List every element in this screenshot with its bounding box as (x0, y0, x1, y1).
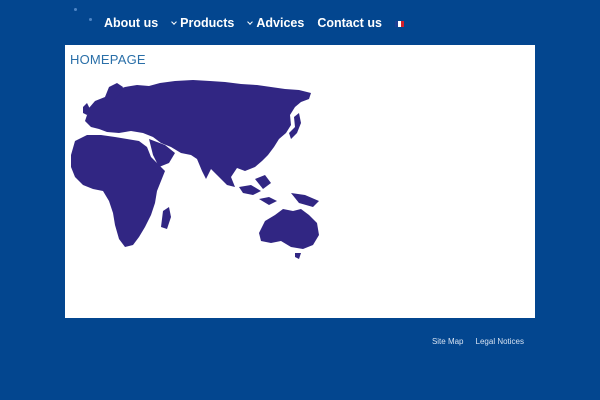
chevron-down-icon (171, 19, 178, 25)
map-shapes (71, 80, 319, 259)
france-flag-icon[interactable] (394, 20, 404, 27)
logo-dot (89, 18, 92, 21)
nav-item-about-us[interactable]: About us (104, 16, 158, 30)
nav-item-label: Contact us (317, 16, 382, 30)
footer-link-legal-notices[interactable]: Legal Notices (476, 337, 524, 346)
indonesia-shape (239, 185, 261, 195)
indonesia-shape (255, 175, 271, 189)
logo-dot (74, 8, 77, 11)
main-nav: About us Products Advices Contact us (104, 14, 404, 32)
nav-item-advices[interactable]: Advices (247, 16, 304, 30)
footer: Site Map Legal Notices (420, 337, 524, 346)
chevron-down-icon (247, 19, 254, 25)
nav-item-label: About us (104, 16, 159, 30)
tasmania-shape (295, 253, 301, 259)
content-panel: HOMEPAGE (65, 45, 535, 318)
nav-item-products[interactable]: Products (171, 16, 234, 30)
new-guinea-shape (291, 193, 319, 207)
page-title: HOMEPAGE (70, 52, 146, 67)
japan-shape (289, 113, 301, 139)
page: About us Products Advices Contact us HOM… (0, 0, 600, 400)
australia-shape (259, 209, 319, 249)
footer-link-site-map[interactable]: Site Map (432, 337, 464, 346)
flag-stripe-red (400, 20, 404, 27)
madagascar-shape (161, 207, 171, 229)
nav-item-contact-us[interactable]: Contact us (317, 16, 382, 30)
world-map-icon (71, 80, 319, 259)
nav-item-label: Products (180, 16, 235, 30)
indonesia-shape (259, 197, 277, 205)
africa-shape (71, 135, 165, 247)
nav-item-label: Advices (256, 16, 305, 30)
